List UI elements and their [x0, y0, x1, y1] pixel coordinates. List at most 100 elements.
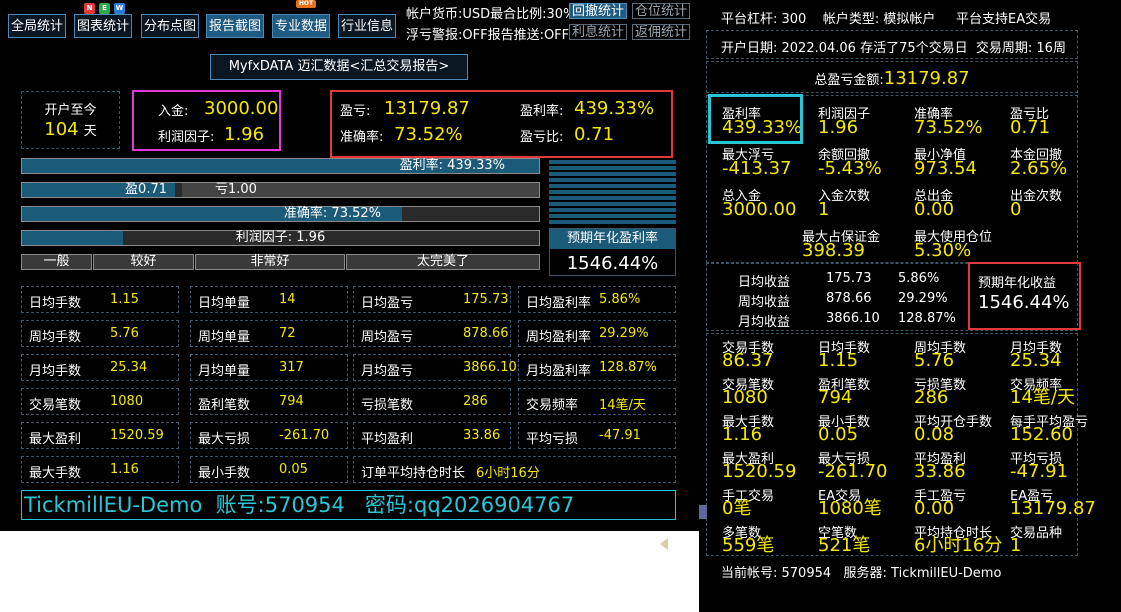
new-badge-e: E [99, 3, 110, 14]
total-section: 总盈亏金额:13179.87 [706, 61, 1078, 93]
stat-cell: 日均盈亏 175.73 [353, 286, 511, 313]
distribution-chart-button[interactable]: 分布点图 [141, 14, 199, 38]
stat-value: 128.87% [599, 360, 657, 375]
avg-return-rate: 128.87% [898, 311, 956, 326]
stat-cell: 周均单量 72 [190, 320, 348, 347]
profit-factor-label: 利润因子: [158, 130, 215, 145]
metric-value: 0.00 [914, 498, 955, 519]
metric-value: -413.37 [722, 158, 792, 179]
open-date-line: 开户日期: 2022.04.06 存活了75个交易日 交易周期: 16周 [721, 41, 1066, 56]
interest-stats-button[interactable]: 利息统计 [569, 24, 628, 40]
new-badge-n: N [84, 3, 95, 14]
stat-label: 日均盈亏 [361, 296, 414, 311]
profit-rate-value: 439.33% [574, 98, 655, 119]
metric-value: -47.91 [1010, 461, 1069, 482]
stat-cell: 亏损笔数 286 [353, 388, 511, 415]
stat-label: 周均单量 [198, 330, 251, 345]
stat-label: 最大盈利 [29, 432, 82, 447]
annual-label: 预期年化盈利率 [550, 229, 675, 249]
stat-label: 亏损笔数 [361, 398, 414, 413]
stat-value: 794 [279, 394, 304, 409]
level-good: 较好 [93, 254, 194, 270]
metric-value: -261.70 [818, 461, 888, 482]
metric-value: 152.60 [1010, 424, 1073, 445]
stat-value: 14 [279, 292, 296, 307]
metric-value: 13179.87 [1010, 498, 1096, 519]
stat-value: -261.70 [279, 428, 330, 443]
accuracy-bar-label: 准确率: 73.52% [283, 206, 381, 221]
stat-value: 175.73 [463, 292, 509, 307]
total-profit: 总盈亏金额:13179.87 [814, 68, 970, 89]
stat-cell: 交易笔数 1080 [21, 388, 179, 415]
stat-cell: 月均盈亏 3866.10 [353, 354, 517, 381]
pl-ratio-label: 盈亏比: [520, 130, 564, 145]
stat-cell: 订单平均持仓时长 6小时16分 [353, 456, 676, 483]
stat-label: 平均盈利 [361, 432, 414, 447]
stat-value: 29.29% [599, 326, 649, 341]
pl-ratio-value: 0.71 [574, 124, 615, 145]
global-stats-button[interactable]: 全局统计 [8, 14, 66, 38]
stat-value: 286 [463, 394, 488, 409]
profit-summary-box: 盈亏: 13179.87 盈利率: 439.33% 准确率: 73.52% 盈亏… [330, 90, 673, 158]
stat-value: 72 [279, 326, 296, 341]
stat-cell: 盈利笔数 794 [190, 388, 348, 415]
stat-value: 14笔/天 [599, 398, 646, 413]
status-currency: 帐户货币:USD最合比例:30% [406, 7, 576, 22]
metric-value: 0.08 [914, 424, 955, 445]
stat-cell: 最大亏损 -261.70 [190, 422, 348, 449]
metric-value: 521笔 [818, 535, 871, 556]
metric-value: 398.39 [802, 240, 865, 261]
industry-info-button[interactable]: 行业信息 [338, 14, 396, 38]
stat-label: 日均盈利率 [526, 296, 592, 311]
annual-return-box: 预期年化收益 1546.44% [968, 262, 1081, 330]
avg-return-amount: 3866.10 [826, 311, 880, 326]
stat-label: 最大手数 [29, 466, 82, 481]
stat-value: -47.91 [599, 428, 641, 443]
drawdown-stats-button[interactable]: 回撤统计 [569, 3, 628, 19]
metric-value: 33.86 [914, 461, 966, 482]
report-panel: 全局统计 图表统计 N E W 分布点图 报告截图 专业数据 HOT 行业信息 … [0, 0, 699, 531]
avg-return-amount: 878.66 [826, 291, 872, 306]
avg-return-label: 日均收益 [738, 275, 791, 290]
status-alerts: 浮亏警报:OFF报告推送:OFF [406, 28, 570, 43]
date-section: 开户日期: 2022.04.06 存活了75个交易日 交易周期: 16周 [706, 30, 1078, 59]
stat-cell: 最小手数 0.05 [190, 456, 348, 483]
stat-label: 周均盈利率 [526, 330, 592, 345]
current-account-line: 当前帐号: 570954 服务器: TickmillEU-Demo [721, 566, 1002, 581]
report-screenshot-button[interactable]: 报告截图 [206, 14, 264, 38]
metric-value: 25.34 [1010, 350, 1062, 371]
stat-label: 周均手数 [29, 330, 82, 345]
stat-value: 0.05 [279, 462, 308, 477]
metric-value: 1080笔 [818, 498, 882, 519]
stat-cell: 最大盈利 1520.59 [21, 422, 179, 449]
pro-data-button[interactable]: 专业数据 [272, 14, 330, 38]
profit-label: 盈亏: [340, 104, 371, 119]
stat-value: 25.34 [110, 360, 148, 375]
stat-value: 5.86% [599, 292, 641, 307]
annual-box: 预期年化盈利率 1546.44% [549, 228, 676, 276]
position-stats-button[interactable]: 仓位统计 [632, 3, 691, 19]
rebate-stats-button[interactable]: 返佣统计 [632, 24, 691, 40]
stat-label: 月均盈亏 [361, 364, 414, 379]
scroll-handle[interactable] [699, 505, 707, 519]
stat-value: 1.16 [110, 462, 139, 477]
stat-cell: 月均手数 25.34 [21, 354, 179, 381]
metric-value: 0.00 [914, 199, 955, 220]
metric-value: 2.65% [1010, 158, 1068, 179]
deposit-value: 3000.00 [204, 98, 279, 119]
stat-label: 月均盈利率 [526, 364, 592, 379]
metric-value: 0笔 [722, 498, 752, 519]
stat-label: 周均盈亏 [361, 330, 414, 345]
stat-cell: 平均亏损 -47.91 [518, 422, 676, 449]
stat-label: 日均单量 [198, 296, 251, 311]
metric-value: 0 [1010, 199, 1022, 220]
stat-value: 6小时16分 [476, 466, 540, 481]
metric-value: 6小时16分 [914, 535, 1003, 556]
metric-value: 0.05 [818, 424, 859, 445]
profit-rate-bar: 盈利率: 439.33% [21, 158, 540, 174]
chart-stats-button[interactable]: 图表统计 [74, 14, 132, 38]
level-very-good: 非常好 [195, 254, 345, 270]
avg-return-label: 月均收益 [738, 315, 791, 330]
open-days-value: 104 天 [44, 119, 97, 140]
metric-value: 5.30% [914, 240, 972, 261]
